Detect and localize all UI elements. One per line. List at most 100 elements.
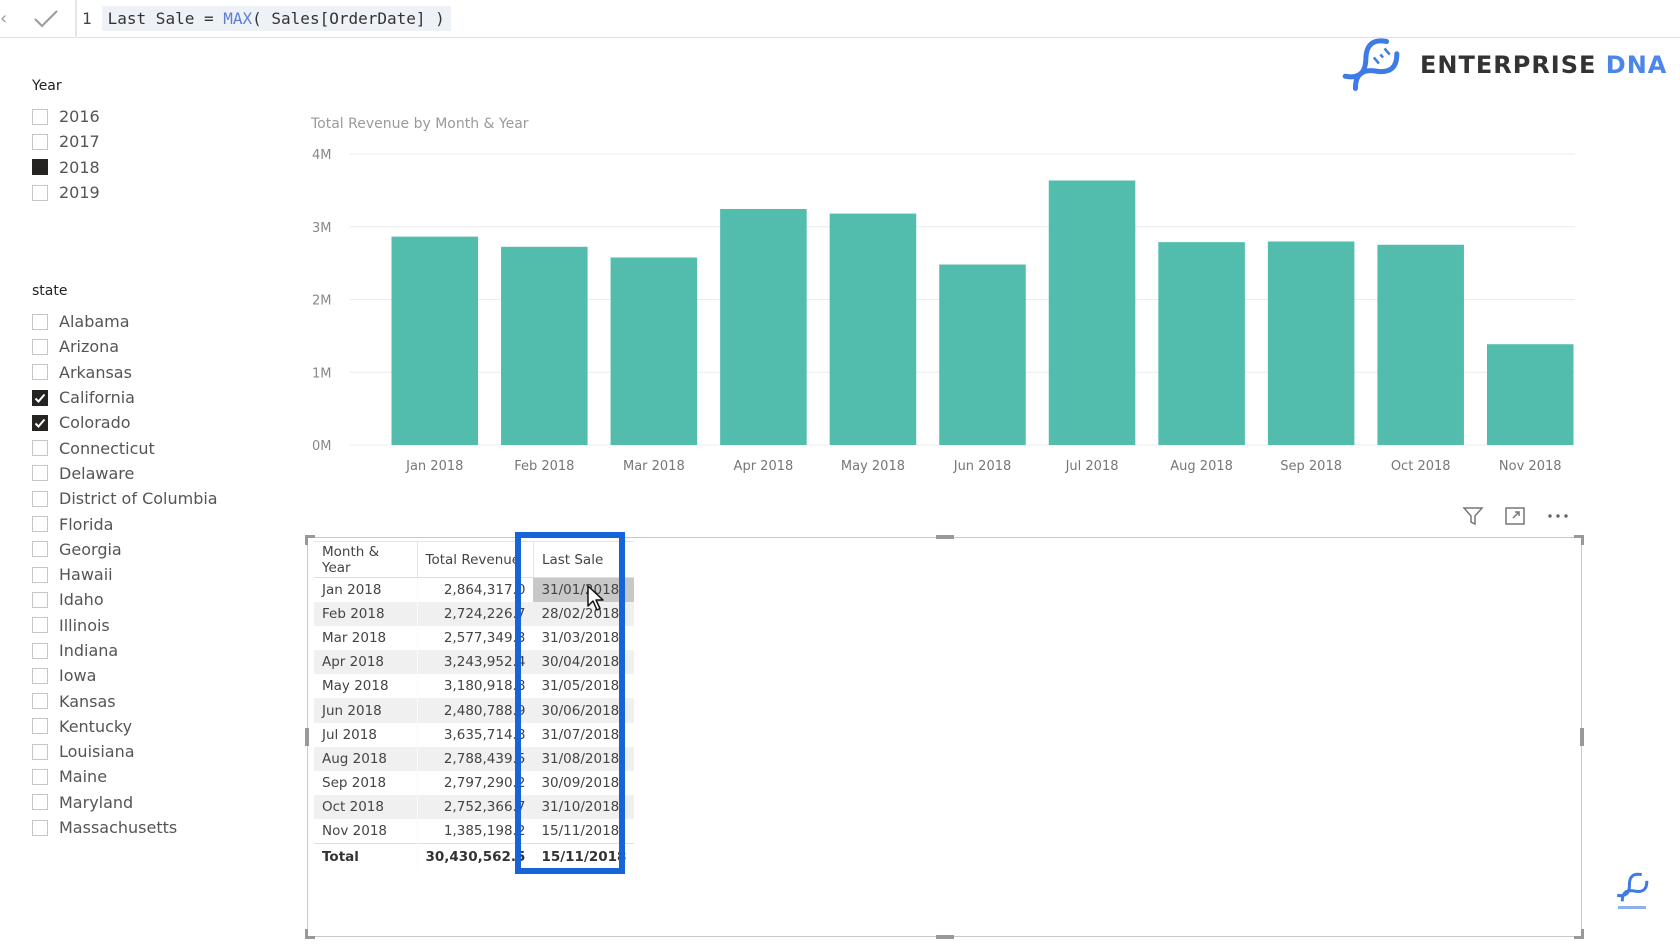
resize-handle-top[interactable] [936, 535, 954, 539]
column-header-last-sale[interactable]: Last Sale [532, 541, 635, 578]
checkbox-unchecked[interactable] [32, 313, 48, 330]
state-item-idaho[interactable]: Idaho [32, 587, 218, 612]
state-item-illinois[interactable]: Illinois [32, 613, 218, 638]
resize-handle-bottom[interactable] [936, 935, 954, 939]
checkbox-unchecked[interactable] [32, 490, 48, 507]
state-item-district-of-columbia[interactable]: District of Columbia [32, 486, 218, 511]
bar-may-2018[interactable] [829, 213, 917, 445]
state-item-massachusetts[interactable]: Massachusetts [32, 815, 218, 840]
checkbox-unchecked[interactable] [32, 642, 48, 659]
bar-mar-2018[interactable] [610, 257, 698, 445]
bar-feb-2018[interactable] [501, 246, 588, 445]
year-item-2017[interactable]: 2017 [32, 129, 100, 154]
row-total-revenue: 2,797,290.2 [416, 771, 534, 796]
checkbox-unchecked[interactable] [32, 133, 48, 150]
checkbox-unchecked[interactable] [32, 768, 48, 785]
table-visual[interactable]: Month & Year Total Revenue Last Sale Jan… [305, 535, 1584, 939]
commit-button[interactable] [20, 2, 72, 36]
checkbox-unchecked[interactable] [32, 440, 48, 457]
year-item-2019[interactable]: 2019 [32, 180, 100, 205]
filter-icon[interactable] [1462, 505, 1484, 527]
state-item-label: Kentucky [59, 716, 133, 736]
bar-nov-2018[interactable] [1486, 344, 1574, 445]
checkbox-unchecked[interactable] [32, 541, 48, 558]
table-row[interactable]: May 2018 3,180,918.8 31/05/2018 [314, 674, 634, 699]
state-item-louisiana[interactable]: Louisiana [32, 739, 218, 764]
checkbox-unchecked[interactable] [32, 591, 48, 608]
checkbox-unchecked[interactable] [32, 794, 48, 811]
table-row[interactable]: Apr 2018 3,243,952.4 30/04/2018 [314, 650, 635, 675]
year-item-2016[interactable]: 2016 [32, 104, 100, 129]
row-last-sale: 31/08/2018 [533, 746, 635, 771]
x-tick-label: Oct 2018 [1391, 459, 1451, 474]
checkbox-checked[interactable] [32, 389, 48, 406]
focus-mode-icon[interactable] [1504, 505, 1526, 527]
checkbox-unchecked[interactable] [32, 617, 48, 634]
resize-handle-bottom-right[interactable] [1574, 929, 1584, 939]
close-icon[interactable]: ‹ [0, 8, 10, 30]
state-item-georgia[interactable]: Georgia [32, 537, 218, 562]
checkbox-unchecked[interactable] [32, 338, 48, 355]
state-item-delaware[interactable]: Delaware [32, 461, 218, 486]
state-item-kentucky[interactable]: Kentucky [32, 714, 218, 739]
checkbox-unchecked[interactable] [32, 364, 48, 381]
column-header-month-year[interactable]: Month & Year [314, 541, 417, 578]
more-options-icon[interactable] [1546, 505, 1570, 527]
resize-handle-bottom-left[interactable] [305, 929, 315, 939]
table-row[interactable]: Nov 2018 1,385,198.2 15/11/2018 [314, 819, 634, 844]
row-total-revenue: 2,752,366.7 [416, 795, 534, 820]
state-item-connecticut[interactable]: Connecticut [32, 435, 218, 460]
visual-header [1462, 505, 1570, 527]
state-item-colorado[interactable]: Colorado [32, 410, 218, 435]
bar-jul-2018[interactable] [1048, 180, 1136, 445]
state-item-maryland[interactable]: Maryland [32, 790, 218, 815]
column-header-total-revenue[interactable]: Total Revenue [416, 541, 534, 578]
state-item-indiana[interactable]: Indiana [32, 638, 218, 663]
subscribe-dna-icon[interactable] [1612, 872, 1652, 912]
bar-aug-2018[interactable] [1158, 242, 1245, 445]
resize-handle-top-right[interactable] [1574, 535, 1584, 545]
bar-jan-2018[interactable] [391, 236, 479, 445]
table-row[interactable]: Jun 2018 2,480,788.9 30/06/2018 [314, 698, 635, 723]
checkbox-unchecked[interactable] [32, 184, 48, 201]
checkbox-unchecked[interactable] [32, 108, 48, 125]
bar-sep-2018[interactable] [1267, 241, 1355, 445]
checkmark-icon [34, 418, 46, 428]
checkbox-checked[interactable] [32, 414, 48, 431]
state-item-maine[interactable]: Maine [32, 764, 218, 789]
dna-helix-icon [1342, 38, 1400, 91]
table-row[interactable]: Oct 2018 2,752,366.7 31/10/2018 [314, 795, 635, 820]
row-last-sale: 30/04/2018 [533, 650, 635, 675]
bar-oct-2018[interactable] [1377, 244, 1464, 445]
state-item-arkansas[interactable]: Arkansas [32, 360, 218, 385]
checkbox-unchecked[interactable] [32, 743, 48, 760]
dax-expression[interactable]: Last Sale = MAX( Sales[OrderDate] ) [101, 5, 451, 31]
bar-apr-2018[interactable] [720, 209, 807, 445]
state-item-california[interactable]: California [32, 385, 218, 410]
table-row[interactable]: Mar 2018 2,577,349.3 31/03/2018 [314, 625, 634, 651]
state-item-florida[interactable]: Florida [32, 511, 218, 536]
table-row[interactable]: Sep 2018 2,797,290.2 30/09/2018 [314, 771, 634, 796]
checkbox-unchecked[interactable] [32, 465, 48, 482]
table-row[interactable]: Aug 2018 2,788,439.5 31/08/2018 [314, 746, 635, 771]
row-last-sale: 31/10/2018 [533, 795, 635, 820]
checkbox-unchecked[interactable] [32, 693, 48, 710]
checkbox-unchecked[interactable] [32, 516, 48, 533]
state-item-arizona[interactable]: Arizona [32, 334, 218, 359]
state-item-alabama[interactable]: Alabama [32, 309, 218, 334]
checkbox-unchecked[interactable] [32, 667, 48, 684]
table-row[interactable]: Jul 2018 3,635,714.8 31/07/2018 [314, 722, 634, 747]
resize-handle-left[interactable] [305, 728, 309, 746]
state-item-iowa[interactable]: Iowa [32, 663, 218, 688]
state-item-kansas[interactable]: Kansas [32, 688, 218, 713]
bar-jun-2018[interactable] [939, 264, 1026, 445]
resize-handle-right[interactable] [1580, 728, 1584, 746]
state-item-hawaii[interactable]: Hawaii [32, 562, 218, 587]
checkbox-unchecked[interactable] [32, 566, 48, 583]
formula-editor[interactable]: 1 Last Sale = MAX( Sales[OrderDate] ) [82, 4, 451, 32]
checkbox-unchecked[interactable] [32, 819, 48, 836]
row-month-year: Jun 2018 [314, 698, 417, 723]
checkbox-unchecked[interactable] [32, 718, 48, 735]
checkbox-selected[interactable] [32, 159, 48, 176]
year-item-2018[interactable]: 2018 [32, 155, 100, 180]
